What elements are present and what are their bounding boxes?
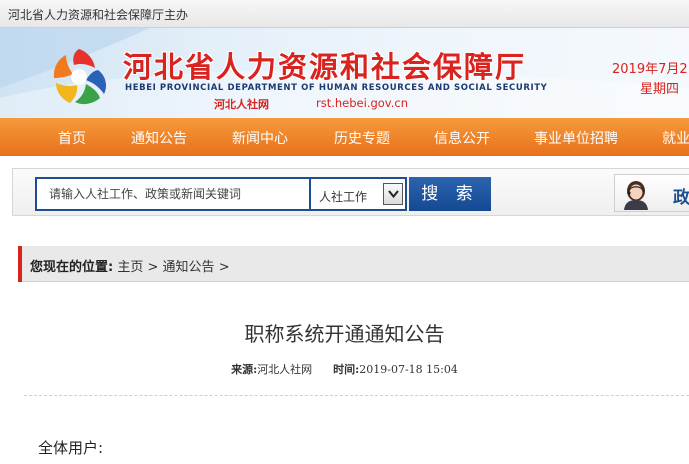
site-title-english: HEBEI PROVINCIAL DEPARTMENT OF HUMAN RES…	[125, 83, 548, 93]
article-time: 2019-07-18 15:04	[359, 363, 458, 376]
breadcrumb-text: 您现在的位置: 主页 > 通知公告 >	[30, 256, 230, 275]
article-greeting: 全体用户:	[38, 439, 104, 457]
breadcrumb-link-notices[interactable]: 通知公告	[163, 260, 215, 275]
star-logo-icon	[53, 49, 106, 105]
top-bar: 河北省人力资源和社会保障厅主办	[0, 0, 689, 28]
article-divider	[24, 395, 689, 396]
current-weekday: 星期四	[640, 82, 680, 97]
breadcrumb: 您现在的位置: 主页 > 通知公告 >	[18, 246, 689, 282]
nav-item-public-recruitment[interactable]: 事业单位招聘	[534, 128, 618, 148]
search-button[interactable]: 搜 索	[409, 177, 491, 211]
breadcrumb-link-home[interactable]: 主页	[117, 260, 143, 275]
nav-item-info-disclosure[interactable]: 信息公开	[434, 128, 490, 148]
site-title: 河北省人力资源和社会保障厅	[123, 50, 527, 84]
service-label: 政	[673, 188, 689, 208]
time-label: 时间:	[333, 363, 360, 376]
article-meta: 来源:河北人社网 时间:2019-07-18 15:04	[0, 361, 689, 377]
customer-service-avatar-icon	[624, 181, 648, 210]
site-short-name: 河北人社网	[214, 98, 269, 111]
nav-item-home[interactable]: 首页	[58, 128, 86, 148]
search-category-value: 人社工作	[319, 190, 368, 204]
breadcrumb-label: 您现在的位置:	[30, 260, 114, 275]
search-bar: 人社工作 搜 索	[12, 168, 689, 216]
search-input[interactable]	[37, 179, 309, 209]
chevron-down-icon[interactable]	[383, 183, 403, 205]
breadcrumb-separator: >	[147, 260, 159, 275]
source-label: 来源:	[231, 363, 258, 376]
nav-item-employment[interactable]: 就业	[662, 128, 689, 148]
nav-item-news[interactable]: 新闻中心	[232, 128, 288, 148]
nav-item-notices[interactable]: 通知公告	[131, 128, 187, 148]
article-source: 河北人社网	[257, 363, 313, 376]
current-date: 2019年7月2	[612, 62, 688, 77]
site-url[interactable]: rst.hebei.gov.cn	[316, 96, 408, 110]
nav-item-history-topics[interactable]: 历史专题	[334, 128, 390, 148]
article-title: 职称系统开通通知公告	[244, 322, 445, 346]
breadcrumb-accent-bar	[18, 246, 22, 282]
online-service-box[interactable]: 政	[614, 174, 689, 212]
search-category-select[interactable]: 人社工作	[311, 177, 407, 211]
search-box	[35, 177, 311, 211]
sponsor-text: 河北省人力资源和社会保障厅主办	[8, 8, 189, 22]
main-nav: 首页 通知公告 新闻中心 历史专题 信息公开 事业单位招聘 就业	[0, 118, 689, 156]
breadcrumb-separator: >	[218, 260, 230, 275]
site-banner: 河北省人力资源和社会保障厅 HEBEI PROVINCIAL DEPARTMEN…	[0, 28, 689, 118]
